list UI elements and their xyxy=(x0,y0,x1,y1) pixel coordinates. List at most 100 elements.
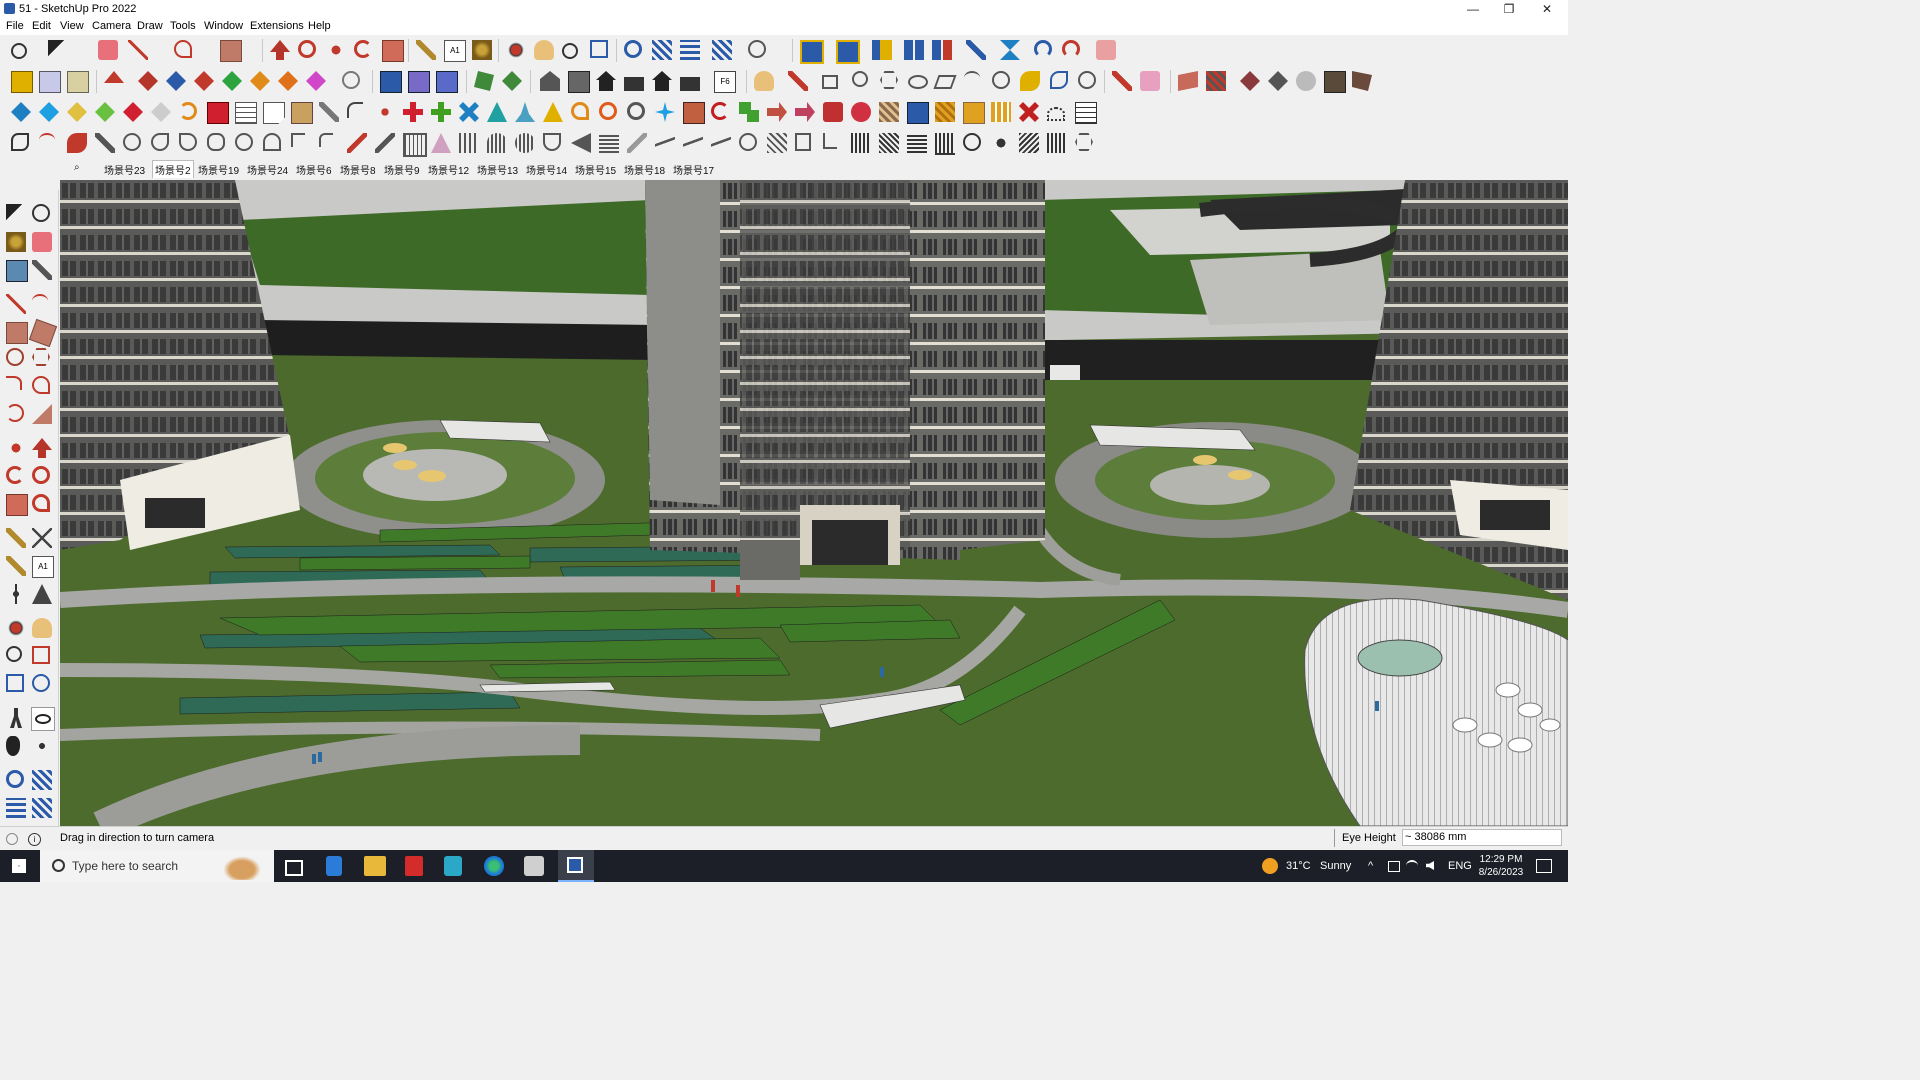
close-button[interactable]: ✕ xyxy=(1529,0,1565,18)
scene-search-icon[interactable]: ⌕ xyxy=(74,162,80,173)
edge-browser-icon[interactable] xyxy=(484,856,504,876)
menu-file[interactable]: File xyxy=(6,20,24,32)
toggle-terrain-icon[interactable] xyxy=(502,71,522,91)
blade-icon[interactable] xyxy=(627,133,647,153)
bucket-icon[interactable] xyxy=(683,102,705,124)
slats-icon[interactable] xyxy=(907,133,927,153)
redo-icon[interactable] xyxy=(1062,40,1080,58)
arrow-pink-icon[interactable] xyxy=(795,102,815,122)
wifi-icon[interactable] xyxy=(1406,860,1418,872)
restore-button[interactable]: ❐ xyxy=(1491,0,1527,18)
chain-icon[interactable] xyxy=(319,102,339,122)
drum-icon[interactable] xyxy=(739,133,757,151)
render-material-icon[interactable] xyxy=(1178,71,1198,91)
fence-icon[interactable] xyxy=(403,133,427,157)
offset-side-icon[interactable] xyxy=(32,494,50,512)
arcade-icon[interactable] xyxy=(487,133,507,153)
rotate-side-icon[interactable] xyxy=(6,466,24,484)
roof-icon[interactable] xyxy=(767,133,787,153)
ext-manager-side-icon[interactable] xyxy=(32,798,52,818)
view-left-icon[interactable] xyxy=(680,77,700,91)
line-side-icon[interactable] xyxy=(6,294,26,314)
dimensions-icon[interactable] xyxy=(32,528,52,548)
3ds-max-icon[interactable] xyxy=(444,856,462,876)
solid-union-icon[interactable] xyxy=(104,71,124,83)
zoom-window-icon[interactable] xyxy=(32,646,50,664)
input-language[interactable]: ENG xyxy=(1448,850,1472,882)
scene-tab[interactable]: 场景号9 xyxy=(384,162,420,177)
ball-icon[interactable] xyxy=(235,133,253,151)
scale-icon[interactable] xyxy=(382,40,404,62)
solid-subtract-icon[interactable] xyxy=(138,71,158,91)
taskbar-search-box[interactable]: Type here to search xyxy=(40,850,274,882)
tag-icon[interactable] xyxy=(32,260,52,280)
text-side-icon[interactable]: A1 xyxy=(32,556,54,578)
acrobat-icon[interactable] xyxy=(405,856,423,876)
windows-start-icon[interactable] xyxy=(12,859,26,873)
menu-camera[interactable]: Camera xyxy=(92,20,131,32)
corner-icon[interactable] xyxy=(291,133,305,147)
curve-points-icon[interactable] xyxy=(375,102,395,122)
scene-tab[interactable]: 场景号19 xyxy=(198,162,239,177)
measurements-input[interactable]: ~ 38086 mm xyxy=(1402,829,1562,846)
wood-icon[interactable] xyxy=(291,102,313,124)
circle-icon[interactable] xyxy=(6,348,24,366)
menu-edit[interactable]: Edit xyxy=(32,20,51,32)
volume-icon[interactable] xyxy=(1426,861,1434,870)
dimension-icon[interactable] xyxy=(966,40,986,60)
scene-tab[interactable]: 场景号12 xyxy=(428,162,469,177)
view-back-icon[interactable] xyxy=(652,71,672,91)
mirror-icon[interactable] xyxy=(1000,40,1020,60)
paint-bucket-side-icon[interactable] xyxy=(6,232,26,252)
three-point-arc-icon[interactable] xyxy=(6,404,24,422)
box-wire-icon[interactable] xyxy=(39,71,61,93)
plane-green-icon[interactable] xyxy=(95,102,115,122)
styles-icon[interactable] xyxy=(800,40,824,64)
extension-side-icon[interactable] xyxy=(32,770,52,790)
layout-side-icon[interactable] xyxy=(6,798,26,818)
table-icon[interactable] xyxy=(235,102,257,124)
protractor-icon[interactable] xyxy=(6,556,26,576)
menu-draw[interactable]: Draw xyxy=(137,20,163,32)
pie-icon[interactable] xyxy=(32,404,52,424)
move-side-icon[interactable] xyxy=(6,438,26,458)
section-plane-side-icon[interactable] xyxy=(32,736,52,756)
add-green-icon[interactable] xyxy=(431,102,451,122)
rotate-icon[interactable] xyxy=(354,40,372,58)
two-point-arc-icon[interactable] xyxy=(32,376,50,394)
sun-icon[interactable] xyxy=(123,133,141,151)
dome-icon[interactable] xyxy=(263,133,281,151)
task-view-icon[interactable] xyxy=(285,860,303,876)
push-pull-icon[interactable] xyxy=(270,40,290,60)
ramp-icon[interactable] xyxy=(375,133,395,153)
sort-up-icon[interactable] xyxy=(904,40,924,60)
hatch-icon[interactable] xyxy=(935,102,955,122)
display-section-icon[interactable] xyxy=(872,40,892,60)
orbit-select-icon[interactable] xyxy=(32,204,50,222)
wall-icon[interactable] xyxy=(823,133,837,149)
text-icon[interactable]: A1 xyxy=(444,40,466,62)
position-camera-icon[interactable] xyxy=(10,708,22,728)
look-around-icon[interactable] xyxy=(31,707,55,731)
scene-tab[interactable]: 场景号17 xyxy=(673,162,714,177)
view-right-icon[interactable] xyxy=(624,77,644,91)
warehouse-side-icon[interactable] xyxy=(6,770,24,788)
scene-tab[interactable]: 场景号18 xyxy=(624,162,665,177)
warehouse-icon[interactable] xyxy=(624,40,642,58)
select-tool-icon[interactable] xyxy=(48,40,68,60)
fountain-icon[interactable] xyxy=(515,102,535,122)
ring-icon[interactable] xyxy=(599,102,617,120)
scene-tab-active[interactable]: 场景号2 xyxy=(152,160,194,178)
plane-red-icon[interactable] xyxy=(123,102,143,122)
render-camera-icon[interactable] xyxy=(1268,71,1288,91)
scene-tab[interactable]: 场景号13 xyxy=(477,162,518,177)
info-icon[interactable]: i xyxy=(28,833,41,846)
component-red-icon[interactable] xyxy=(823,102,843,122)
lattice-icon[interactable] xyxy=(879,133,899,153)
dotted-arc-icon[interactable] xyxy=(1047,107,1065,121)
slope-icon[interactable] xyxy=(347,133,367,153)
previous-view-icon[interactable] xyxy=(32,674,50,692)
railing-icon[interactable] xyxy=(935,133,955,155)
3d-text-icon[interactable] xyxy=(32,584,52,604)
texture-icon[interactable] xyxy=(879,102,899,122)
